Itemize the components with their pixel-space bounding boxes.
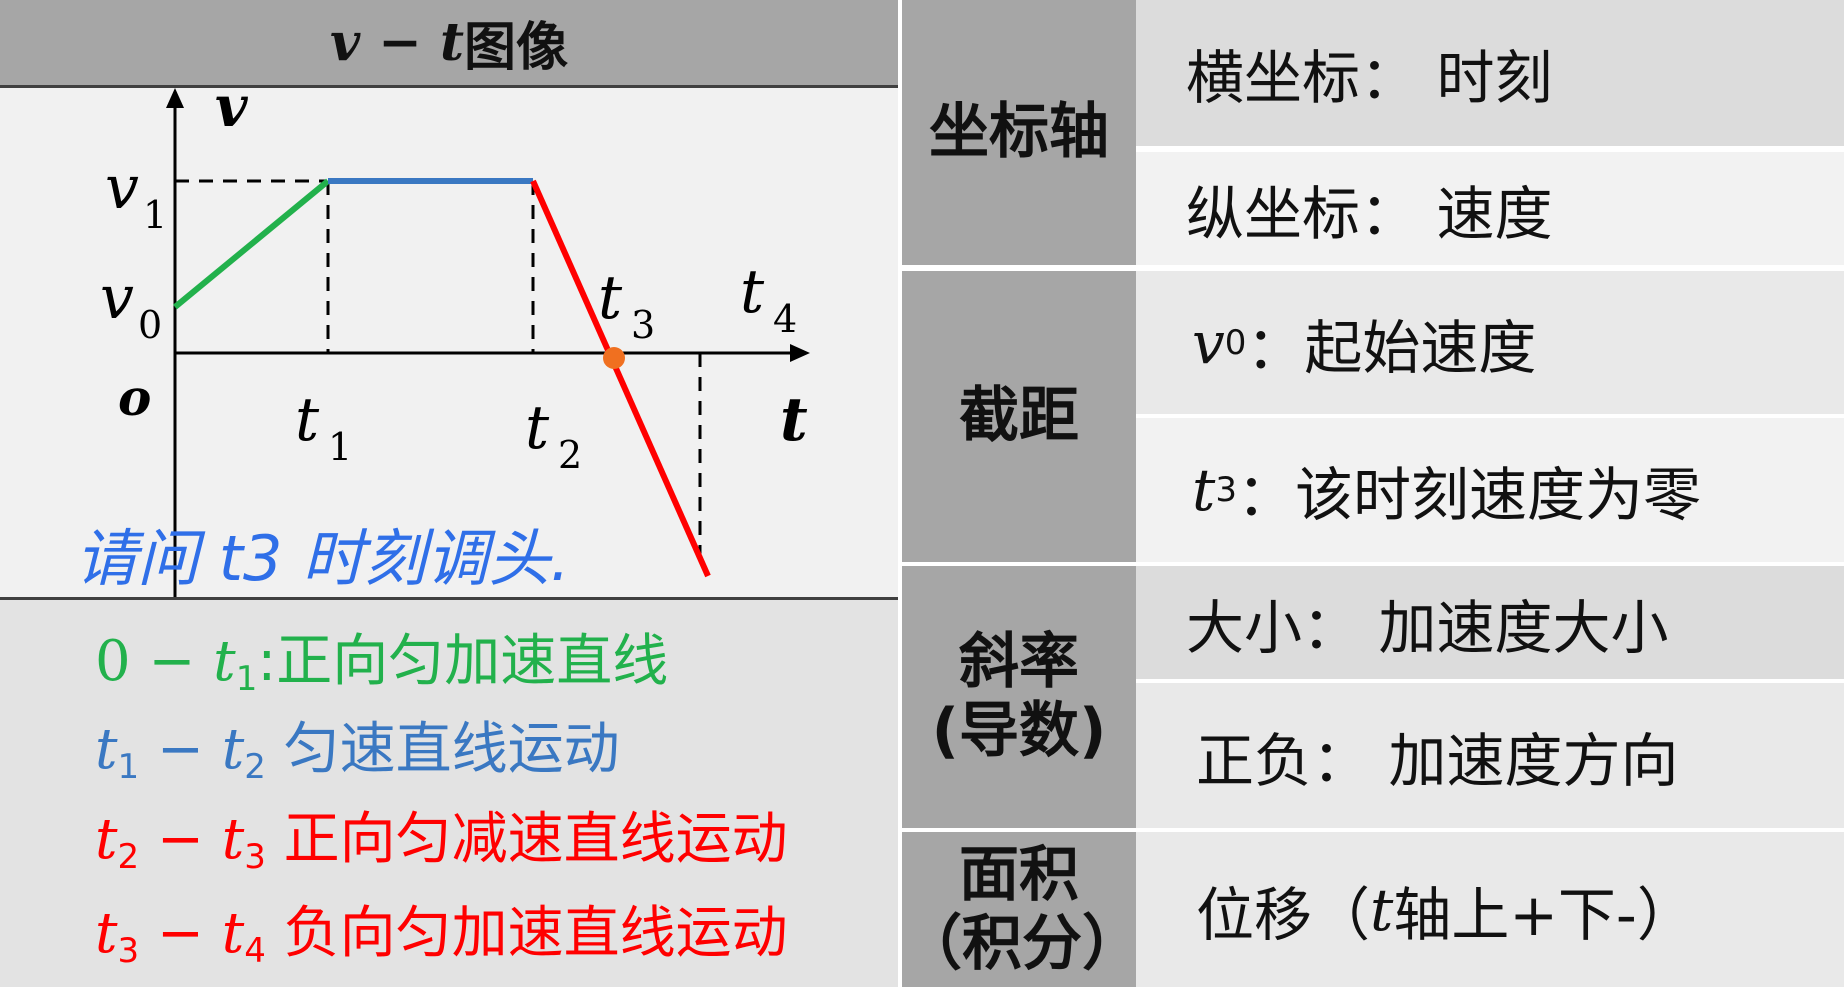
t-axis-arrow [790, 344, 810, 362]
slope-row-magnitude: 大小： 加速度大小 [1136, 566, 1844, 679]
graph-meaning-table: 坐标轴 横坐标： 时刻 纵坐标： 速度 截距 v 0 ：起始速度 t 3 ：该时刻速度为… [898, 0, 1844, 987]
svg-text:3: 3 [631, 303, 655, 347]
slope-row-sign: 正负： 加速度方向 [1136, 683, 1844, 828]
motion-legend: 0 − t1:正向匀加速直线 t1 − t2 匀速直线运动 t2 − t3 正向… [0, 600, 898, 987]
legend-line-1: 0 − t1:正向匀加速直线 [95, 629, 669, 699]
graph-title-bar: v − t 图像 [0, 0, 898, 88]
segment-accelerate [173, 178, 330, 310]
vt-graph: v o t v 1 v 0 t 1 t 2 t 3 t 4 请问 t3 时刻调头… [75, 88, 810, 597]
t-axis-label: t [780, 385, 808, 455]
origin-label: o [118, 368, 151, 427]
area-header: 面积 （积分） [902, 832, 1142, 987]
intercept-header: 截距 [902, 271, 1136, 562]
legend-line-2: t1 − t2 匀速直线运动 [95, 717, 620, 787]
svg-text:2: 2 [558, 433, 582, 477]
svg-text:t: t [598, 263, 623, 333]
title-text: 图像 [464, 18, 569, 78]
axes-row-vertical: 纵坐标： 速度 [1136, 152, 1844, 265]
svg-text:v: v [105, 153, 139, 223]
v1-label: v 1 [105, 153, 167, 237]
svg-text:0: 0 [138, 303, 162, 347]
t4-label: t 4 [740, 257, 797, 341]
handwritten-note: 请问 t3 时刻调头. [75, 522, 570, 595]
axes-row-horizontal: 横坐标： 时刻 [1136, 0, 1844, 146]
area-row-displacement: 位移（ t 轴上+下-） [1136, 832, 1844, 987]
axes-header: 坐标轴 [902, 0, 1136, 265]
svg-text:t: t [295, 385, 320, 455]
svg-text:1: 1 [143, 193, 167, 237]
t3-marker [603, 347, 625, 369]
svg-text:t: t [525, 393, 550, 463]
svg-text:v: v [100, 263, 134, 333]
intercept-row-t3: t 3 ：该时刻速度为零 [1136, 418, 1844, 562]
v0-label: v 0 [100, 263, 162, 347]
title-var: v − t [329, 12, 464, 73]
legend-line-3: t2 − t3 正向匀减速直线运动 [95, 807, 788, 877]
t3-label: t 3 [598, 263, 655, 347]
slope-header: 斜率 (导数) [902, 566, 1136, 828]
segment-decelerate [530, 179, 711, 578]
vt-graph-area: v o t v 1 v 0 t 1 t 2 t 3 t 4 请问 t3 时刻调头… [0, 88, 898, 600]
svg-text:4: 4 [773, 297, 797, 341]
svg-text:t: t [740, 257, 765, 327]
v-axis-label: v [215, 88, 249, 140]
svg-text:1: 1 [328, 425, 352, 469]
v-axis-arrow [166, 88, 184, 108]
t2-label: t 2 [525, 393, 582, 477]
t1-label: t 1 [295, 385, 352, 469]
legend-line-4: t3 − t4 负向匀加速直线运动 [95, 901, 788, 971]
intercept-row-v0: v 0 ：起始速度 [1136, 271, 1844, 414]
